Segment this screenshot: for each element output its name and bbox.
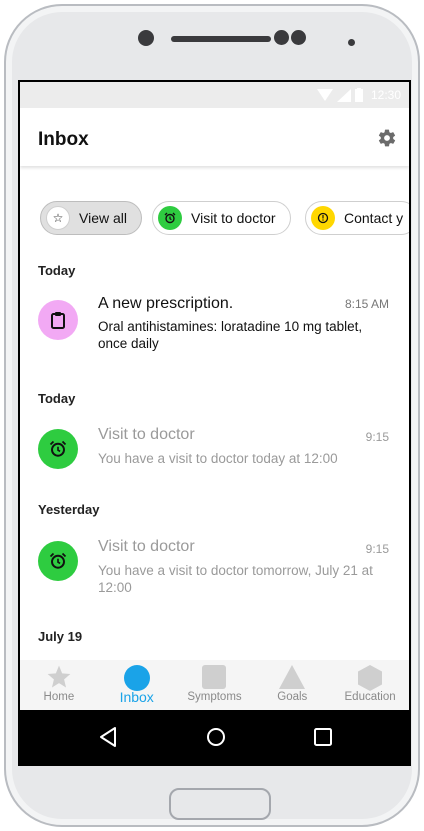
circle-icon [123, 665, 150, 691]
section-header: Today [38, 391, 76, 406]
bottom-navigation: Home Inbox Symptoms Goals Education [20, 660, 409, 710]
system-navigation-bar [20, 710, 409, 766]
message-item[interactable]: Visit to doctor 9:15 You have a visit to… [20, 426, 409, 496]
signal-icon [336, 88, 351, 102]
message-body: Oral antihistamines: loratadine 10 mg ta… [98, 319, 363, 351]
nav-label: Education [344, 691, 396, 703]
nav-goals[interactable]: Goals [253, 660, 331, 710]
message-time: 8:15 AM [344, 297, 389, 311]
chip-contact[interactable]: Contact y [305, 201, 409, 235]
section-header: July 19 [38, 629, 83, 644]
clipboard-icon [38, 300, 78, 340]
sensor-dot [348, 39, 355, 46]
wifi-icon [316, 89, 333, 101]
message-title: Visit to doctor [98, 426, 195, 443]
message-time: 9:15 [365, 542, 389, 556]
status-time: 12:30 [370, 88, 401, 102]
status-bar: 12:30 [20, 82, 409, 108]
back-icon[interactable] [98, 726, 118, 748]
sensor-dot [274, 30, 289, 45]
nav-symptoms[interactable]: Symptoms [176, 660, 254, 710]
nav-label: Goals [277, 691, 308, 703]
triangle-icon [279, 665, 306, 689]
chip-label: Visit to doctor [191, 210, 276, 226]
section-header: Yesterday [38, 502, 100, 517]
chip-view-all[interactable]: ☆ View all [40, 201, 142, 235]
battery-icon [354, 88, 363, 102]
square-icon [202, 665, 227, 689]
star-icon: ☆ [46, 206, 70, 230]
chip-label: View all [79, 210, 127, 226]
nav-label: Symptoms [187, 691, 242, 703]
nav-home[interactable]: Home [20, 660, 98, 710]
alarm-clock-icon [38, 541, 78, 581]
star-icon [47, 665, 71, 688]
app-bar: Inbox [20, 108, 409, 166]
message-body: You have a visit to doctor tomorrow, Jul… [98, 563, 373, 595]
message-item[interactable]: A new prescription. 8:15 AM Oral antihis… [20, 295, 409, 375]
nav-label: Inbox [119, 689, 154, 705]
message-item[interactable]: Visit to doctor 9:15 You have a visit to… [20, 538, 409, 618]
message-title: Visit to doctor [98, 538, 195, 555]
nav-education[interactable]: Education [331, 660, 409, 710]
chip-label: Contact y [344, 210, 404, 226]
nav-label: Home [43, 691, 75, 703]
hexagon-icon [358, 665, 383, 691]
front-camera [138, 30, 154, 46]
recents-icon[interactable] [313, 726, 333, 748]
chip-visit-to-doctor[interactable]: Visit to doctor [152, 201, 291, 235]
hardware-home-button[interactable] [169, 788, 271, 820]
filter-chips: ☆ View all Visit to doctor Contact y [20, 201, 409, 237]
alarm-clock-icon [38, 429, 78, 469]
screen: 12:30 Inbox ☆ View all Visit to doctor C… [18, 80, 411, 766]
gear-icon[interactable] [377, 128, 397, 148]
message-title: A new prescription. [98, 295, 234, 312]
message-body: You have a visit to doctor today at 12:0… [98, 451, 338, 466]
home-icon[interactable] [205, 726, 227, 748]
earpiece-speaker [171, 36, 271, 42]
alarm-clock-icon [158, 206, 182, 230]
page-title: Inbox [38, 129, 89, 150]
main-content: Inbox ☆ View all Visit to doctor Contact [20, 108, 409, 660]
section-header: Today [38, 263, 76, 278]
info-icon [311, 206, 335, 230]
sensor-dot [291, 30, 306, 45]
message-time: 9:15 [365, 430, 389, 444]
nav-inbox[interactable]: Inbox [98, 660, 176, 710]
